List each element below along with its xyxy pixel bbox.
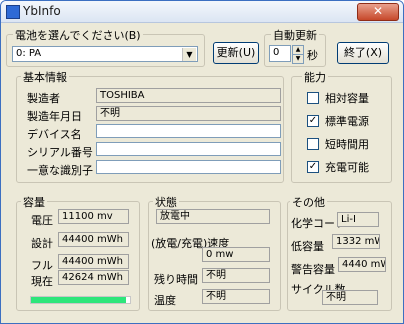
- auto-update-group: 自動更新 0 ▲ ▼ 秒: [264, 27, 326, 67]
- battery-select-value: 0: PA: [16, 48, 42, 59]
- chemistry-code-value: Li-I: [337, 212, 379, 227]
- close-button[interactable]: ✕: [357, 3, 399, 21]
- standard-power-checkbox[interactable]: ✓: [307, 115, 319, 127]
- low-capacity-value: 1332 mWh: [332, 234, 380, 249]
- relative-capacity-label: 相対容量: [325, 92, 369, 105]
- manufacture-date-label: 製造年月日: [27, 110, 82, 123]
- capacity-legend: 容量: [21, 194, 47, 210]
- standard-power-label: 標準電源: [325, 115, 369, 128]
- update-button[interactable]: 更新(U): [213, 42, 259, 64]
- other-legend: その他: [290, 194, 327, 210]
- serial-number-field[interactable]: [96, 142, 281, 156]
- basic-info-legend: 基本情報: [21, 69, 69, 85]
- auto-update-input[interactable]: 0: [269, 45, 291, 62]
- battery-select-label: 電池を選んでください(B): [13, 27, 143, 43]
- design-capacity-value: 44400 mWh: [58, 232, 129, 247]
- device-name-field[interactable]: [96, 124, 281, 138]
- spin-down-icon[interactable]: ▼: [292, 54, 304, 64]
- voltage-value: 11100 mv: [58, 209, 129, 224]
- battery-select-group: 電池を選んでください(B) 0: PA ▼: [6, 27, 205, 67]
- warning-capacity-label: 警告容量: [291, 263, 335, 276]
- status-legend: 状態: [153, 194, 179, 210]
- basic-info-group: 基本情報 製造者 TOSHIBA 製造年月日 不明 デバイス名 シリアル番号 一…: [16, 69, 284, 183]
- battery-select-combo[interactable]: 0: PA ▼: [12, 46, 198, 62]
- relative-capacity-checkbox[interactable]: [307, 92, 319, 104]
- app-window: YbInfo ✕ 電池を選んでください(B) 0: PA ▼ 更新(U) 自動更…: [0, 0, 404, 324]
- capacity-group: 容量 電圧 11100 mv 設計 44400 mWh フル 44400 mWh…: [16, 194, 140, 311]
- capacity-progress-bar: [30, 296, 131, 304]
- manufacture-date-value: 不明: [96, 106, 281, 121]
- rechargeable-checkbox[interactable]: ✓: [307, 161, 319, 173]
- temperature-value: 不明: [202, 289, 270, 304]
- voltage-label: 電圧: [31, 214, 53, 227]
- temperature-label: 温度: [154, 294, 176, 307]
- chevron-down-icon[interactable]: ▼: [182, 48, 196, 61]
- short-term-label: 短時間用: [325, 138, 369, 151]
- capability-group: 能力 相対容量 ✓ 標準電源 短時間用 ✓ 充電可能: [291, 69, 392, 183]
- low-capacity-label: 低容量: [291, 240, 324, 253]
- status-value: 放電中: [156, 209, 270, 224]
- unique-id-label: 一意な識別子: [27, 164, 93, 177]
- serial-number-label: シリアル番号: [27, 146, 93, 159]
- window-title: YbInfo: [23, 4, 61, 18]
- current-capacity-label: 現在: [31, 275, 53, 288]
- exit-button[interactable]: 終了(X): [337, 42, 389, 64]
- auto-update-label: 自動更新: [271, 27, 319, 43]
- manufacturer-value: TOSHIBA: [96, 88, 281, 103]
- status-group: 状態 放電中 (放電/充電)速度 0 mw 残り時間 不明 温度 不明: [148, 194, 281, 311]
- full-capacity-value: 44400 mWh: [58, 254, 129, 269]
- cycle-count-value: 不明: [322, 290, 378, 305]
- device-name-label: デバイス名: [27, 128, 82, 141]
- other-group: その他 化学コード Li-I 低容量 1332 mWh 警告容量 4440 mW…: [287, 194, 392, 311]
- rechargeable-label: 充電可能: [325, 161, 369, 174]
- unique-id-field[interactable]: [96, 160, 281, 174]
- remaining-time-label: 残り時間: [154, 273, 198, 286]
- capability-legend: 能力: [302, 69, 328, 85]
- full-capacity-label: フル: [31, 259, 53, 272]
- current-capacity-value: 42624 mWh: [58, 270, 129, 285]
- title-bar: YbInfo ✕: [1, 1, 403, 23]
- auto-update-value: 0: [273, 47, 280, 58]
- design-capacity-label: 設計: [31, 237, 53, 250]
- warning-capacity-value: 4440 mWh: [338, 257, 386, 272]
- remaining-time-value: 不明: [202, 268, 270, 283]
- seconds-unit-label: 秒: [307, 49, 318, 62]
- rate-value: 0 mw: [202, 247, 270, 262]
- battery-app-icon: [6, 5, 20, 19]
- short-term-checkbox[interactable]: [307, 138, 319, 150]
- manufacturer-label: 製造者: [27, 92, 60, 105]
- capacity-progress-fill: [31, 297, 127, 303]
